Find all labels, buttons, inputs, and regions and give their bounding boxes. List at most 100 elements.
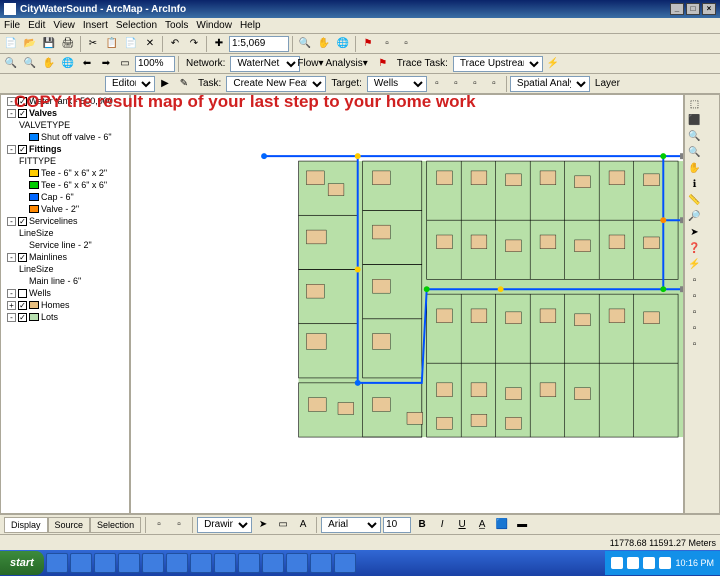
toc-layer-item[interactable]: LineSize — [1, 227, 129, 239]
analysis-dropdown[interactable]: Analysis▾ — [320, 55, 372, 73]
tool-icon[interactable]: ▫ — [378, 35, 396, 53]
tray-icon[interactable] — [627, 557, 639, 569]
target-select[interactable]: Wells — [367, 76, 427, 92]
expand-icon[interactable]: - — [7, 289, 16, 298]
undo-button[interactable]: ↶ — [166, 35, 184, 53]
tray-icon[interactable] — [643, 557, 655, 569]
trace-flag-icon[interactable]: ⚑ — [374, 55, 392, 73]
toc-layer-item[interactable]: Service line - 2" — [1, 239, 129, 251]
close-button[interactable]: × — [702, 3, 716, 15]
copy-button[interactable]: 📋 — [103, 35, 121, 53]
zoom-icon[interactable]: 🔍 — [687, 145, 702, 160]
menu-selection[interactable]: Selection — [116, 20, 157, 31]
font-select[interactable]: Arial — [321, 517, 381, 533]
pointer-icon[interactable]: ➤ — [687, 225, 702, 240]
minimize-button[interactable]: _ — [670, 3, 684, 15]
select-icon[interactable]: ▭ — [116, 55, 134, 73]
cut-button[interactable]: ✂ — [84, 35, 102, 53]
next-extent-icon[interactable]: ➡ — [97, 55, 115, 73]
scale-input[interactable] — [229, 36, 289, 52]
tab-selection[interactable]: Selection — [90, 517, 141, 533]
spatial-analyst-dropdown[interactable]: Spatial Analyst — [510, 76, 590, 92]
zoom-out-icon[interactable]: 🔍 — [21, 55, 39, 73]
toc-layer-item[interactable]: -✓Servicelines — [1, 215, 129, 227]
info-icon[interactable]: ℹ — [687, 177, 702, 192]
toc-layer-item[interactable]: Valve - 2" — [1, 203, 129, 215]
toc-layer-item[interactable]: Shut off valve - 6" — [1, 131, 129, 143]
zoom-percent[interactable] — [135, 56, 175, 72]
data-view-icon[interactable]: ▫ — [170, 516, 188, 534]
attr-icon[interactable]: ▫ — [447, 75, 465, 93]
menu-help[interactable]: Help — [240, 20, 261, 31]
select-icon[interactable]: ⬛ — [687, 113, 702, 128]
delete-button[interactable]: ✕ — [141, 35, 159, 53]
flow-dropdown[interactable]: Flow▾ — [301, 55, 319, 73]
tool-icon[interactable]: ▫ — [687, 273, 702, 288]
select-icon[interactable]: ⬚ — [687, 97, 702, 112]
toc-layer-item[interactable]: LineSize — [1, 263, 129, 275]
layer-checkbox[interactable]: ✓ — [18, 313, 27, 322]
toc-layer-item[interactable]: Tee - 6" x 6" x 6" — [1, 179, 129, 191]
start-button[interactable]: start — [0, 551, 44, 575]
pan-icon[interactable]: ✋ — [315, 35, 333, 53]
taskbar-item[interactable] — [70, 553, 92, 573]
attr-icon[interactable]: ▫ — [466, 75, 484, 93]
expand-icon[interactable]: - — [7, 313, 16, 322]
tab-display[interactable]: Display — [4, 517, 48, 533]
zoom-icon[interactable]: 🔍 — [687, 129, 702, 144]
toc-layer-item[interactable]: +✓Homes — [1, 299, 129, 311]
underline-icon[interactable]: U — [453, 516, 471, 534]
system-tray[interactable]: 10:16 PM — [605, 551, 720, 575]
taskbar-item[interactable] — [94, 553, 116, 573]
text-icon[interactable]: A — [294, 516, 312, 534]
taskbar-item[interactable] — [334, 553, 356, 573]
taskbar-item[interactable] — [166, 553, 188, 573]
measure-icon[interactable]: 📏 — [687, 193, 702, 208]
taskbar-item[interactable] — [46, 553, 68, 573]
open-button[interactable]: 📂 — [21, 35, 39, 53]
zoom-in-icon[interactable]: 🔍 — [2, 55, 20, 73]
layer-checkbox[interactable]: ✓ — [18, 301, 27, 310]
trace-task-select[interactable]: Trace Upstream — [453, 56, 543, 72]
map-view[interactable] — [130, 94, 684, 514]
add-data-button[interactable]: ✚ — [210, 35, 228, 53]
zoom-tool-icon[interactable]: 🔍 — [296, 35, 314, 53]
layer-checkbox[interactable]: ✓ — [18, 217, 27, 226]
fontcolor-icon[interactable]: A̲ — [473, 516, 491, 534]
full-extent-icon[interactable]: 🌐 — [59, 55, 77, 73]
layer-checkbox[interactable]: ✓ — [18, 253, 27, 262]
pan-icon[interactable]: ✋ — [40, 55, 58, 73]
redo-button[interactable]: ↷ — [185, 35, 203, 53]
tool-icon[interactable]: ▫ — [687, 305, 702, 320]
menu-window[interactable]: Window — [196, 20, 232, 31]
toc-layer-item[interactable]: -✓Lots — [1, 311, 129, 323]
toc-layer-item[interactable]: -✓Fittings — [1, 143, 129, 155]
layer-checkbox[interactable] — [18, 289, 27, 298]
toc-layer-item[interactable]: VALVETYPE — [1, 119, 129, 131]
italic-icon[interactable]: I — [433, 516, 451, 534]
prev-extent-icon[interactable]: ⬅ — [78, 55, 96, 73]
drawing-dropdown[interactable]: Drawing — [197, 517, 252, 533]
paste-button[interactable]: 📄 — [122, 35, 140, 53]
find-icon[interactable]: 🔎 — [687, 209, 702, 224]
taskbar-item[interactable] — [190, 553, 212, 573]
identify-icon[interactable]: ❓ — [687, 241, 702, 256]
attr-icon[interactable]: ▫ — [428, 75, 446, 93]
tool-icon[interactable]: ▫ — [687, 289, 702, 304]
edit-pointer-icon[interactable]: ▶ — [156, 75, 174, 93]
save-button[interactable]: 💾 — [40, 35, 58, 53]
menu-edit[interactable]: Edit — [28, 20, 45, 31]
tool-icon[interactable]: ▫ — [687, 337, 702, 352]
rect-draw-icon[interactable]: ▭ — [274, 516, 292, 534]
tray-icon[interactable] — [611, 557, 623, 569]
expand-icon[interactable]: - — [7, 253, 16, 262]
layer-checkbox[interactable]: ✓ — [18, 145, 27, 154]
maximize-button[interactable]: □ — [686, 3, 700, 15]
toc-layer-item[interactable]: Cap - 6" — [1, 191, 129, 203]
toc-layer-item[interactable]: -Wells — [1, 287, 129, 299]
taskbar-item[interactable] — [262, 553, 284, 573]
expand-icon[interactable]: - — [7, 217, 16, 226]
flag-icon[interactable]: ⚑ — [359, 35, 377, 53]
tab-source[interactable]: Source — [48, 517, 91, 533]
fontsize-input[interactable] — [383, 517, 411, 533]
